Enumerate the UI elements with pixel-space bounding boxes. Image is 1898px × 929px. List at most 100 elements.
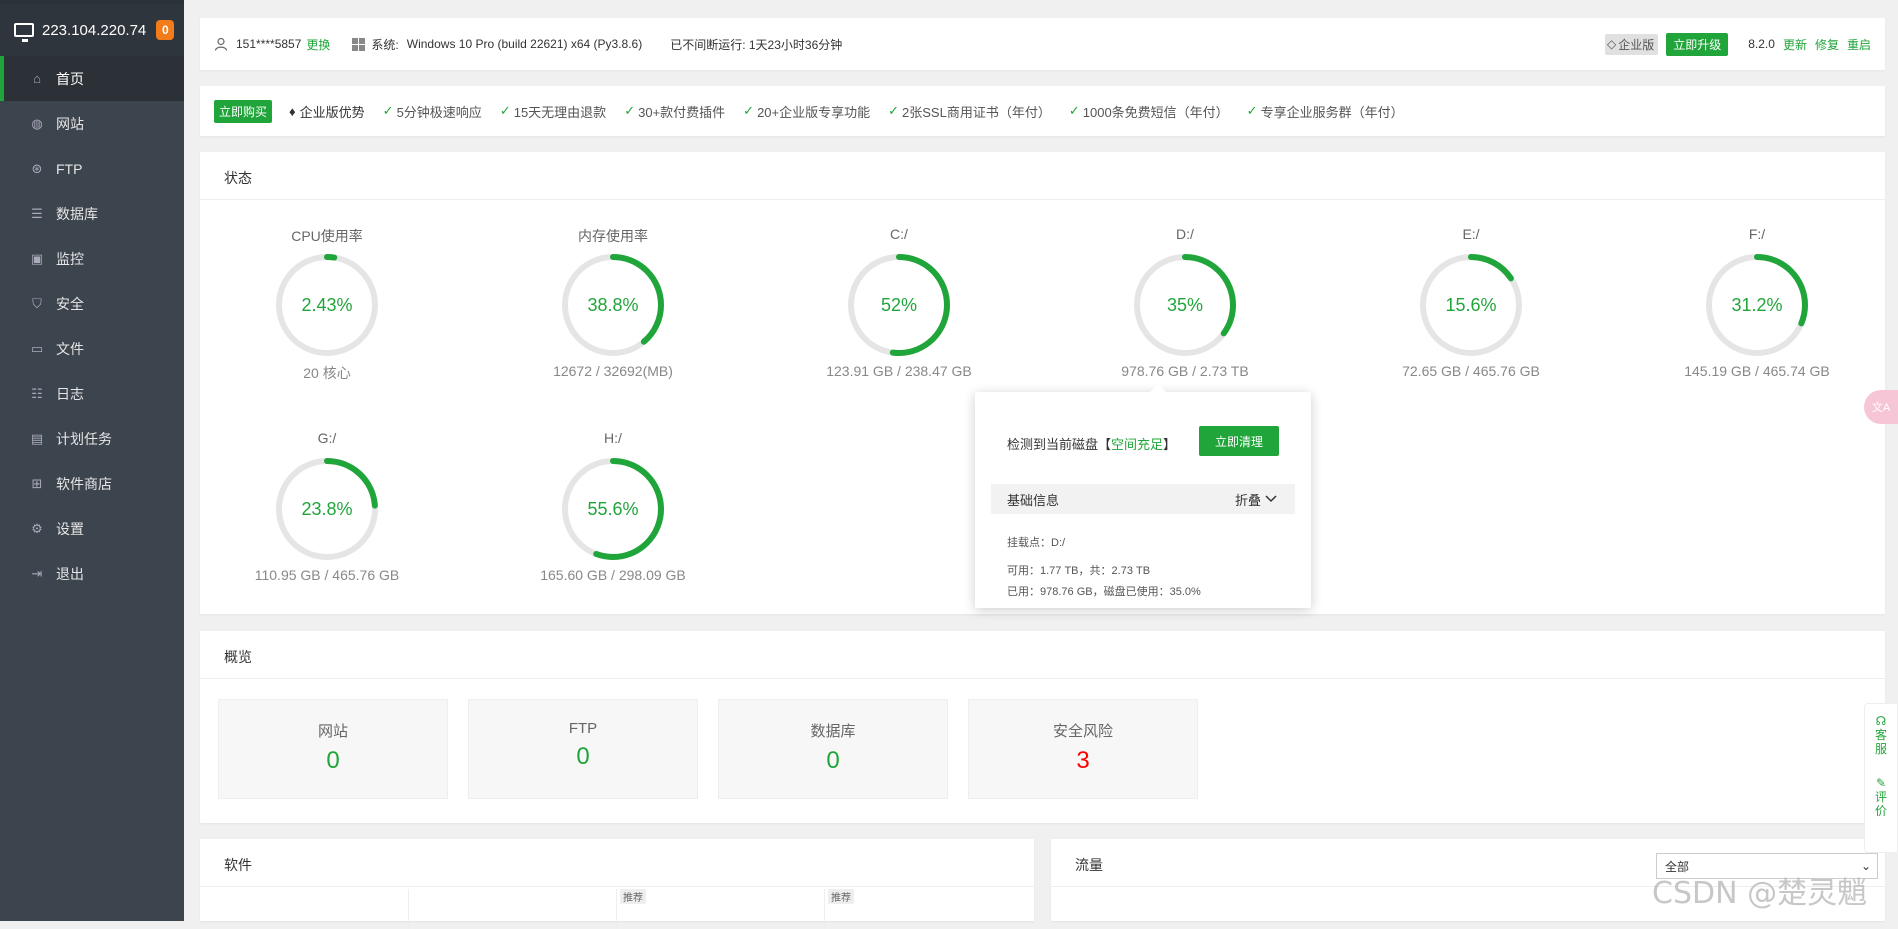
detect-prefix: 检测到当前磁盘【 [1007, 437, 1112, 452]
review-label: 评价 [1874, 790, 1887, 818]
calendar-icon: ▤ [30, 430, 44, 446]
sidebar-nav: ⌂ 首页 ◍ 网站 ⊛ FTP ☰ 数据库 ▣ 监控 ⛉ 安全 ▭ 文件 ☷ 日志 ▤ 计划任务 … [0, 56, 184, 596]
sidebar-item-files[interactable]: ▭ 文件 [0, 326, 184, 371]
headset-icon: ☊ [1875, 714, 1887, 728]
sidebar-item-logout[interactable]: ⇥ 退出 [0, 551, 184, 596]
gauge-disk-c[interactable]: C:/ 52% 123.91 GB / 238.47 GB [799, 226, 999, 379]
gauge-value: 15.6% [1445, 295, 1496, 315]
overview-card-database[interactable]: 数据库 0 [718, 699, 948, 799]
buy-now-button[interactable]: 立即购买 [214, 99, 273, 123]
sidebar-item-website[interactable]: ◍ 网站 [0, 101, 184, 146]
sidebar-item-home[interactable]: ⌂ 首页 [0, 56, 184, 101]
clean-now-button[interactable]: 立即清理 [1199, 426, 1279, 456]
traffic-title: 流量 [1075, 857, 1103, 873]
sidebar-item-store[interactable]: ⊞ 软件商店 [0, 461, 184, 506]
gauge-sub: 72.65 GB / 465.76 GB [1402, 363, 1540, 379]
overview-title: 概览 [224, 649, 252, 665]
divider [200, 199, 1885, 200]
version: 8.2.0 [1748, 37, 1775, 51]
customer-service-button[interactable]: ☊ 客服 [1865, 714, 1897, 756]
folder-icon: ▭ [30, 340, 44, 356]
software-panel: 软件 推荐 推荐 [200, 839, 1034, 929]
fold-toggle[interactable]: 折叠 [1235, 490, 1277, 509]
ftp-icon: ⊛ [31, 160, 43, 176]
divider [200, 886, 1034, 887]
gauge-name: D:/ [1176, 226, 1194, 242]
gauge-ring: 38.8% [562, 254, 664, 356]
gauge-ring: 52% [848, 254, 950, 356]
restart-link[interactable]: 重启 [1847, 36, 1871, 53]
gauge-sub: 145.19 GB / 465.74 GB [1684, 363, 1830, 379]
gauge-disk-f[interactable]: F:/ 31.2% 145.19 GB / 465.74 GB [1657, 226, 1857, 379]
check-icon: ✓ [888, 103, 900, 118]
switch-account-link[interactable]: 更换 [306, 36, 330, 53]
gauge-disk-h[interactable]: H:/ 55.6% 165.60 GB / 298.09 GB [513, 430, 713, 583]
sidebar-item-label: FTP [56, 160, 83, 177]
sidebar-item-logs[interactable]: ☷ 日志 [0, 371, 184, 416]
enterprise-tag[interactable]: ◇ 企业版 [1604, 33, 1659, 55]
gauge-disk-g[interactable]: G:/ 23.8% 110.95 GB / 465.76 GB [227, 430, 427, 583]
divider [616, 889, 617, 929]
gauge-ring: 2.43% [276, 254, 378, 356]
card-value: 0 [326, 747, 340, 774]
sidebar-item-label: 计划任务 [56, 430, 112, 447]
upgrade-button[interactable]: 立即升级 [1666, 32, 1729, 56]
sidebar-item-label: 软件商店 [56, 475, 112, 492]
check-icon: ✓ [743, 103, 755, 118]
notification-badge[interactable]: 0 [156, 20, 175, 40]
gauge-value: 23.8% [301, 499, 352, 519]
repair-link[interactable]: 修复 [1815, 36, 1839, 53]
grid-icon: ⊞ [31, 475, 43, 491]
server-info[interactable]: 223.104.220.74 0 [0, 4, 184, 56]
sidebar-item-cron[interactable]: ▤ 计划任务 [0, 416, 184, 461]
overview-card-website[interactable]: 网站 0 [218, 699, 448, 799]
gauge-value: 2.43% [301, 295, 352, 315]
sidebar-item-security[interactable]: ⛉ 安全 [0, 281, 184, 326]
sidebar-item-label: 设置 [56, 520, 84, 537]
sidebar-item-label: 安全 [56, 295, 84, 312]
sidebar-item-settings[interactable]: ⚙ 设置 [0, 506, 184, 551]
gauge-value: 38.8% [587, 295, 638, 315]
gauge-sub: 12672 / 32692(MB) [553, 363, 673, 379]
overview-card-ftp[interactable]: FTP 0 [468, 699, 698, 799]
feature-label: 15天无理由退款 [513, 104, 607, 120]
floating-service-bar: ☊ 客服 ✎ 评价 [1864, 703, 1898, 853]
gauge-sub: 20 核心 [303, 365, 351, 381]
gauge-sub: 978.76 GB / 2.73 TB [1121, 363, 1249, 379]
feature-item: ✓ 20+企业版专享功能 [743, 102, 870, 121]
sidebar-item-database[interactable]: ☰ 数据库 [0, 191, 184, 236]
sidebar-item-label: 监控 [56, 250, 84, 267]
overview-panel: 概览 网站 0 FTP 0 数据库 0 安全风险 3 [200, 631, 1885, 823]
divider [824, 889, 825, 929]
mount-point: 挂载点：D:/ [1007, 537, 1066, 549]
update-link[interactable]: 更新 [1783, 36, 1807, 53]
enterprise-advantages[interactable]: ♦ 企业版优势 [289, 102, 365, 121]
gauge-disk-d[interactable]: D:/ 35% 978.76 GB / 2.73 TB [1085, 226, 1285, 379]
gauge-disk-e[interactable]: E:/ 15.6% 72.65 GB / 465.76 GB [1371, 226, 1571, 379]
logout-icon: ⇥ [31, 565, 43, 581]
basic-info-header[interactable]: 基础信息 折叠 [991, 484, 1295, 514]
system-value: Windows 10 Pro (build 22621) x64 (Py3.8.… [406, 37, 643, 51]
sidebar: 223.104.220.74 0 ⌂ 首页 ◍ 网站 ⊛ FTP ☰ 数据库 ▣ 监控 ⛉… [0, 0, 184, 921]
review-button[interactable]: ✎ 评价 [1865, 776, 1897, 818]
gauge-name: 内存使用率 [578, 228, 648, 244]
disk-detect-text: 检测到当前磁盘【空间充足】 [1007, 434, 1176, 453]
feature-item: ✓ 1000条免费短信（年付） [1069, 102, 1229, 121]
overview-card-security-risk[interactable]: 安全风险 3 [968, 699, 1198, 799]
sidebar-item-monitor[interactable]: ▣ 监控 [0, 236, 184, 281]
sidebar-item-ftp[interactable]: ⊛ FTP [0, 146, 184, 191]
gauge-ring: 15.6% [1420, 254, 1522, 356]
gauge-sub: 165.60 GB / 298.09 GB [540, 567, 686, 583]
log-icon: ☷ [31, 385, 43, 401]
server-ip: 223.104.220.74 [42, 21, 147, 39]
card-label: 网站 [317, 723, 348, 740]
monitor-icon: ▣ [30, 250, 44, 266]
gear-icon: ⚙ [31, 520, 43, 536]
translate-icon[interactable]: 文A [1864, 390, 1898, 424]
gauge-memory[interactable]: 内存使用率 38.8% 12672 / 32692(MB) [513, 226, 713, 379]
sidebar-item-label: 退出 [56, 565, 84, 582]
divider [408, 889, 409, 929]
diamond-icon: ♦ [289, 103, 296, 119]
service-label: 客服 [1874, 728, 1887, 756]
gauge-cpu[interactable]: CPU使用率 2.43% 20 核心 [227, 226, 427, 383]
